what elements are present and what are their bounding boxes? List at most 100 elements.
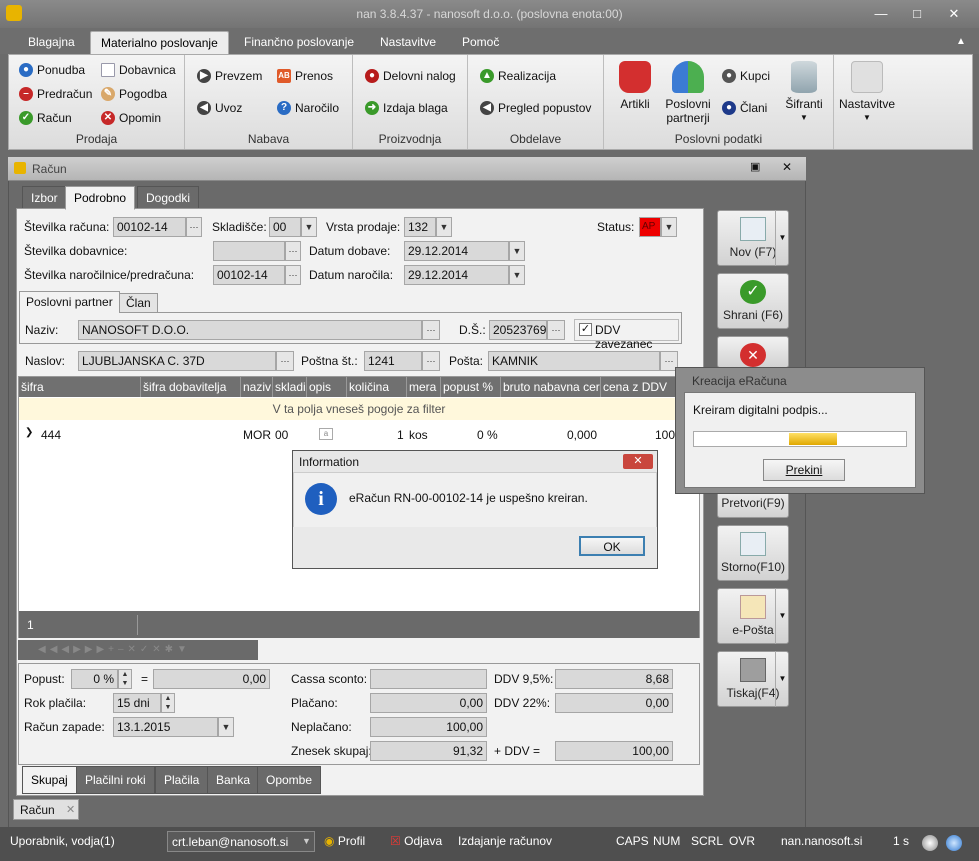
artikli-button[interactable]: Artikli — [612, 61, 658, 111]
delovni-nalog-button[interactable]: ● Delovni nalog — [365, 69, 456, 83]
row-expand-icon[interactable]: ❯ — [25, 427, 33, 438]
nastavitve-button[interactable]: Nastavitve ▼ — [839, 61, 895, 125]
tab-izbor[interactable]: Izbor — [22, 186, 67, 210]
document-tab[interactable]: Račun ✕ — [13, 799, 79, 820]
maximize-button[interactable]: □ — [906, 6, 928, 22]
naziv-lookup[interactable]: ⋯ — [422, 320, 440, 340]
menu-blagajna[interactable]: Blagajna — [18, 31, 85, 54]
eposta-dropdown[interactable]: ▼ — [775, 588, 789, 644]
pregled-popustov-button[interactable]: ◀ Pregled popustov — [480, 101, 591, 115]
col-opis[interactable]: opis — [307, 377, 347, 397]
ribbon-collapse-icon[interactable]: ▲ — [956, 36, 966, 47]
tab-clan[interactable]: Član — [119, 293, 158, 313]
brisi-button[interactable]: ✕ — [717, 336, 789, 368]
ponudba-button[interactable]: ● Ponudba — [19, 63, 85, 77]
minimize-button[interactable]: — — [870, 6, 892, 22]
prevzem-button[interactable]: ▶ Prevzem — [197, 69, 262, 83]
racun-button[interactable]: ✓ Račun — [19, 111, 72, 125]
dat-nar-dropdown[interactable]: ▼ — [509, 265, 525, 285]
popust-pct-input[interactable]: 0 % — [71, 669, 118, 689]
sifranti-button[interactable]: Šifranti ▼ — [780, 61, 828, 125]
dobavnica-button[interactable]: Dobavnica — [101, 63, 176, 77]
grid-navigator[interactable]: ◀◀◀▶▶▶+–✕✓✕✱▼ — [18, 640, 258, 660]
nov-dropdown[interactable]: ▼ — [775, 210, 789, 266]
dat-dob-input[interactable]: 29.12.2014 — [404, 241, 509, 261]
status-badge[interactable]: AP — [639, 217, 661, 237]
col-sifra-dob[interactable]: šifra dobavitelja — [141, 377, 241, 397]
skladisce-dropdown[interactable]: ▼ — [301, 217, 317, 237]
doc-close-button[interactable]: ✕ — [782, 160, 792, 174]
info-close-button[interactable]: ✕ — [623, 454, 653, 469]
popust-spinner[interactable]: ▲ ▼ — [118, 669, 132, 689]
pogodba-button[interactable]: ✎ Pogodba — [101, 87, 167, 101]
email-select[interactable]: crt.leban@nanosoft.si ▼ — [167, 831, 315, 852]
tab-banka[interactable]: Banka — [207, 766, 260, 794]
menu-nastavitve[interactable]: Nastavitve — [370, 31, 446, 54]
narocilo-button[interactable]: ? Naročilo — [277, 101, 339, 115]
izdaja-blaga-button[interactable]: ➜ Izdaja blaga — [365, 101, 448, 115]
dat-nar-input[interactable]: 29.12.2014 — [404, 265, 509, 285]
filter-row[interactable]: V ta polja vneseš pogoje za filter — [19, 398, 699, 420]
col-mera[interactable]: mera — [407, 377, 441, 397]
skladisce-select[interactable]: 00 — [269, 217, 301, 237]
st-nar-lookup[interactable]: ⋯ — [285, 265, 301, 285]
predracun-button[interactable]: – Predračun — [19, 87, 92, 101]
col-naziv[interactable]: naziv — [241, 377, 273, 397]
st-racuna-lookup[interactable]: ⋯ — [186, 217, 202, 237]
profil-button[interactable]: ◉ Profil — [324, 834, 365, 848]
col-kolicina[interactable]: količina — [347, 377, 407, 397]
dat-dob-dropdown[interactable]: ▼ — [509, 241, 525, 261]
col-popust[interactable]: popust % — [441, 377, 501, 397]
close-button[interactable]: ✕ — [943, 6, 965, 22]
postna-input[interactable]: 1241 — [364, 351, 422, 371]
tab-opombe[interactable]: Opombe — [257, 766, 322, 794]
ok-button[interactable]: OK — [579, 536, 645, 556]
storno-button[interactable]: Storno(F10) — [717, 525, 789, 581]
naslov-input[interactable]: LJUBLJANSKA C. 37D — [78, 351, 276, 371]
tiskaj-dropdown[interactable]: ▼ — [775, 651, 789, 707]
st-nar-input[interactable]: 00102-14 — [213, 265, 285, 285]
col-bruto[interactable]: bruto nabavna cer — [501, 377, 601, 397]
vrsta-select[interactable]: 132 — [404, 217, 436, 237]
zapade-input[interactable]: 13.1.2015 — [113, 717, 218, 737]
tab-poslovni-partner[interactable]: Poslovni partner — [19, 291, 120, 313]
odjava-button[interactable]: ☒ Odjava — [390, 834, 442, 848]
tab-placilni-roki[interactable]: Plačilni roki — [76, 766, 155, 794]
menu-materialno[interactable]: Materialno poslovanje — [90, 31, 229, 54]
document-tab-close[interactable]: ✕ — [66, 803, 75, 816]
naslov-lookup[interactable]: ⋯ — [276, 351, 294, 371]
cassa-input[interactable] — [370, 669, 487, 689]
rok-spinner[interactable]: ▲ ▼ — [161, 693, 175, 713]
uvoz-button[interactable]: ◀ Uvoz — [197, 101, 242, 115]
doc-restore-button[interactable]: ▣ — [750, 160, 760, 173]
posta-input[interactable]: KAMNIK — [488, 351, 660, 371]
ds-lookup[interactable]: ⋯ — [547, 320, 565, 340]
cell-opis-icon[interactable]: a — [319, 428, 333, 440]
menu-pomoc[interactable]: Pomoč — [452, 31, 509, 54]
postna-lookup[interactable]: ⋯ — [422, 351, 440, 371]
status-dropdown[interactable]: ▼ — [661, 217, 677, 237]
realizacija-button[interactable]: ▲ Realizacija — [480, 69, 556, 83]
partnerji-button[interactable]: Poslovni partnerji — [660, 61, 716, 125]
prekini-button[interactable]: Prekini — [763, 459, 845, 481]
st-racuna-input[interactable]: 00102-14 — [113, 217, 186, 237]
popust-value[interactable]: 0,00 — [153, 669, 270, 689]
rok-input[interactable]: 15 dni — [113, 693, 161, 713]
kupci-button[interactable]: ● Kupci — [722, 69, 770, 83]
menu-financno[interactable]: Finančno poslovanje — [234, 31, 364, 54]
naziv-input[interactable]: NANOSOFT D.O.O. — [78, 320, 422, 340]
clani-button[interactable]: ● Člani — [722, 101, 767, 115]
prenos-button[interactable]: AB Prenos — [277, 69, 333, 83]
tab-dogodki[interactable]: Dogodki — [137, 186, 200, 210]
tab-podrobno[interactable]: Podrobno — [65, 186, 136, 210]
st-dob-input[interactable] — [213, 241, 285, 261]
table-row[interactable]: ❯ 444 MOR 00 a 1 kos 0 % 0,000 100 — [19, 425, 699, 445]
tab-skupaj[interactable]: Skupaj — [22, 766, 77, 794]
tab-placila[interactable]: Plačila — [155, 766, 209, 794]
ds-input[interactable]: 20523769 — [489, 320, 547, 340]
col-sifra[interactable]: šifra — [19, 377, 141, 397]
ddv-checkbox[interactable]: ✓ — [579, 323, 592, 336]
opomin-button[interactable]: ✕ Opomin — [101, 111, 161, 125]
vrsta-dropdown[interactable]: ▼ — [436, 217, 452, 237]
col-skladi[interactable]: skladi — [273, 377, 307, 397]
